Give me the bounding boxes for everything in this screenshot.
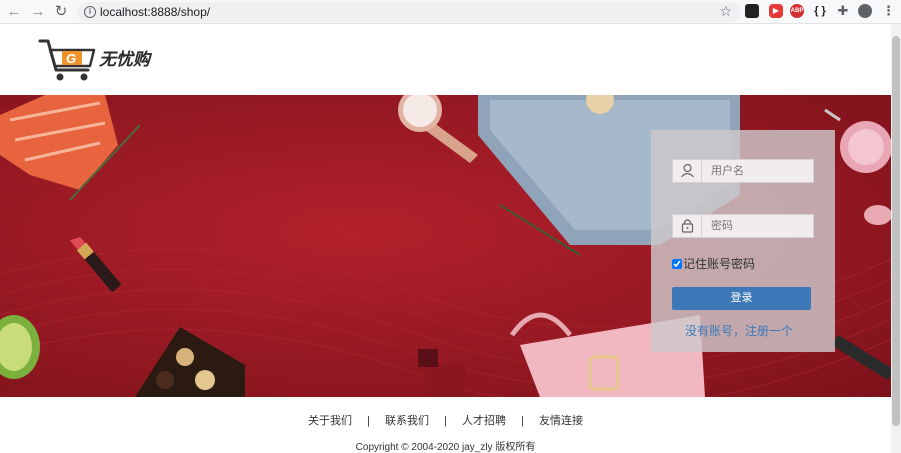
chocolate-image <box>135 327 245 397</box>
svg-text:G: G <box>66 51 76 66</box>
password-field[interactable] <box>672 214 814 238</box>
footer-links: 关于我们 | 联系我们 | 人才招聘 | 友情连接 <box>0 412 891 428</box>
menu-dots-icon[interactable]: ⋮ <box>882 4 895 18</box>
salmon-image <box>0 95 141 201</box>
reload-button[interactable]: ↻ <box>51 2 71 22</box>
browser-toolbar: ← → ↻ i localhost:8888/shop/ ☆ ▶ ABP { }… <box>0 0 901 24</box>
site-header: G 无忧购 <box>0 24 891 95</box>
scrollbar-thumb[interactable] <box>892 36 900 426</box>
watch-image <box>398 95 478 163</box>
bookmark-star-icon[interactable]: ☆ <box>719 3 732 20</box>
footer-separator: | <box>521 415 524 427</box>
password-input[interactable] <box>703 215 813 237</box>
remember-checkbox[interactable] <box>672 258 682 269</box>
address-bar[interactable]: i localhost:8888/shop/ ☆ <box>77 2 740 22</box>
footer-link-about[interactable]: 关于我们 <box>308 415 352 427</box>
profile-icon[interactable] <box>858 4 872 18</box>
logo-text[interactable]: 无忧购 <box>99 45 150 70</box>
remember-label: 记住账号密码 <box>683 257 756 271</box>
nail-polish-image <box>418 349 465 397</box>
login-button[interactable]: 登录 <box>672 287 811 310</box>
youtube-icon[interactable]: ▶ <box>769 4 783 18</box>
puzzle-icon[interactable]: ✚ <box>836 4 850 18</box>
braces-icon[interactable]: { } <box>812 4 828 18</box>
username-field[interactable] <box>672 159 814 183</box>
register-link[interactable]: 没有账号，注册一个 <box>685 322 793 339</box>
footer-separator: | <box>444 415 447 427</box>
login-panel: 记住账号密码 登录 没有账号，注册一个 <box>651 130 835 352</box>
forward-button[interactable]: → <box>28 2 48 22</box>
abp-icon[interactable]: ABP <box>790 4 804 18</box>
footer-link-contact[interactable]: 联系我们 <box>385 415 429 427</box>
remember-row[interactable]: 记住账号密码 <box>672 255 755 272</box>
footer-link-friends[interactable]: 友情连接 <box>539 415 583 427</box>
username-input[interactable] <box>703 160 813 182</box>
ext-1-icon[interactable] <box>745 4 759 18</box>
lipstick-image <box>69 237 121 292</box>
page-scrollbar[interactable] <box>891 24 901 453</box>
user-icon <box>673 160 702 182</box>
copyright: Copyright © 2004-2020 jay_zly 版权所有 <box>355 442 536 453</box>
info-icon[interactable]: i <box>84 6 96 18</box>
footer-separator: | <box>367 415 370 427</box>
pen-image <box>831 334 891 381</box>
footer-link-jobs[interactable]: 人才招聘 <box>462 415 506 427</box>
lock-icon <box>673 215 702 237</box>
back-button[interactable]: ← <box>4 2 24 22</box>
cart-logo-icon[interactable]: G <box>38 38 98 82</box>
url-text: localhost:8888/shop/ <box>100 5 211 19</box>
